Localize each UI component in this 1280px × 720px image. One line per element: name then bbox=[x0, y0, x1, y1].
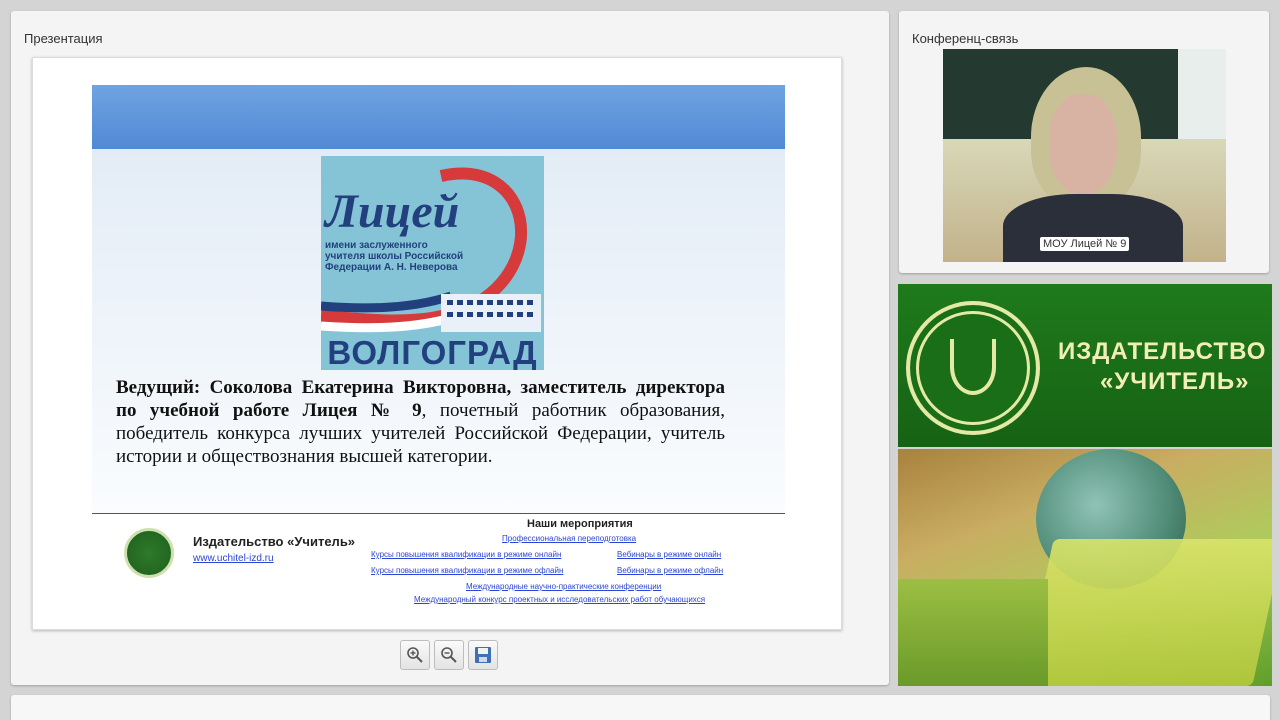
participant-face bbox=[1049, 94, 1117, 194]
events-title: Наши мероприятия bbox=[527, 518, 633, 530]
footer-url-link[interactable]: www.uchitel-izd.ru bbox=[193, 553, 274, 564]
logo-city: ВОЛГОГРАД bbox=[321, 334, 544, 370]
zoom-out-button[interactable] bbox=[434, 640, 464, 670]
event-link[interactable]: Международные научно-практические конфер… bbox=[466, 582, 661, 591]
presentation-panel-title: Презентация bbox=[24, 31, 103, 46]
video-whiteboard bbox=[1178, 49, 1226, 139]
zoom-in-button[interactable] bbox=[400, 640, 430, 670]
books-stack-image bbox=[898, 579, 1048, 686]
lyceum-logo: Лицей имени заслуженного учителя школы Р… bbox=[321, 156, 544, 370]
presentation-panel: Презентация Лицей имени заслуженного учи… bbox=[11, 11, 889, 685]
banner-books-image bbox=[898, 449, 1272, 686]
slide-header-bar bbox=[92, 85, 785, 149]
banner-line2: «УЧИТЕЛЬ» bbox=[1100, 368, 1250, 395]
books-image bbox=[1022, 539, 1272, 686]
save-icon bbox=[475, 647, 491, 663]
zoom-in-icon bbox=[407, 647, 423, 663]
presenter-description: Ведущий: Соколова Екатерина Викторовна, … bbox=[116, 376, 725, 468]
emblem-book-shape bbox=[950, 339, 996, 395]
participant-label: МОУ Лицей № 9 bbox=[1040, 237, 1130, 251]
bottom-panel bbox=[11, 695, 1270, 720]
slide-divider bbox=[92, 513, 785, 514]
footer-publisher: Издательство «Учитель» bbox=[193, 534, 356, 549]
conference-panel: Конференц-связь МОУ Лицей № 9 bbox=[899, 11, 1269, 273]
banner-line1: ИЗДАТЕЛЬСТВО bbox=[1058, 338, 1267, 365]
logo-word: Лицей bbox=[325, 185, 460, 238]
event-link[interactable]: Вебинары в режиме онлайн bbox=[617, 550, 721, 559]
presentation-slide: Лицей имени заслуженного учителя школы Р… bbox=[32, 57, 842, 630]
publisher-logo-icon bbox=[124, 528, 174, 578]
event-link[interactable]: Курсы повышения квалификации в режиме он… bbox=[371, 550, 561, 559]
publisher-emblem-icon bbox=[906, 301, 1040, 435]
event-link[interactable]: Профессиональная переподготовка bbox=[502, 534, 636, 543]
save-button[interactable] bbox=[468, 640, 498, 670]
participant-video[interactable]: МОУ Лицей № 9 bbox=[943, 49, 1226, 262]
conference-panel-title: Конференц-связь bbox=[912, 31, 1019, 46]
zoom-out-icon bbox=[441, 647, 457, 663]
event-link[interactable]: Курсы повышения квалификации в режиме оф… bbox=[371, 566, 563, 575]
event-link[interactable]: Вебинары в режиме офлайн bbox=[617, 566, 723, 575]
event-link[interactable]: Международный конкурс проектных и исслед… bbox=[414, 595, 705, 604]
logo-subtitle: имени заслуженного учителя школы Российс… bbox=[325, 240, 464, 273]
publisher-banner: ИЗДАТЕЛЬСТВО «УЧИТЕЛЬ» bbox=[898, 284, 1272, 686]
participant-body bbox=[1003, 194, 1183, 262]
banner-top: ИЗДАТЕЛЬСТВО «УЧИТЕЛЬ» bbox=[898, 284, 1272, 447]
